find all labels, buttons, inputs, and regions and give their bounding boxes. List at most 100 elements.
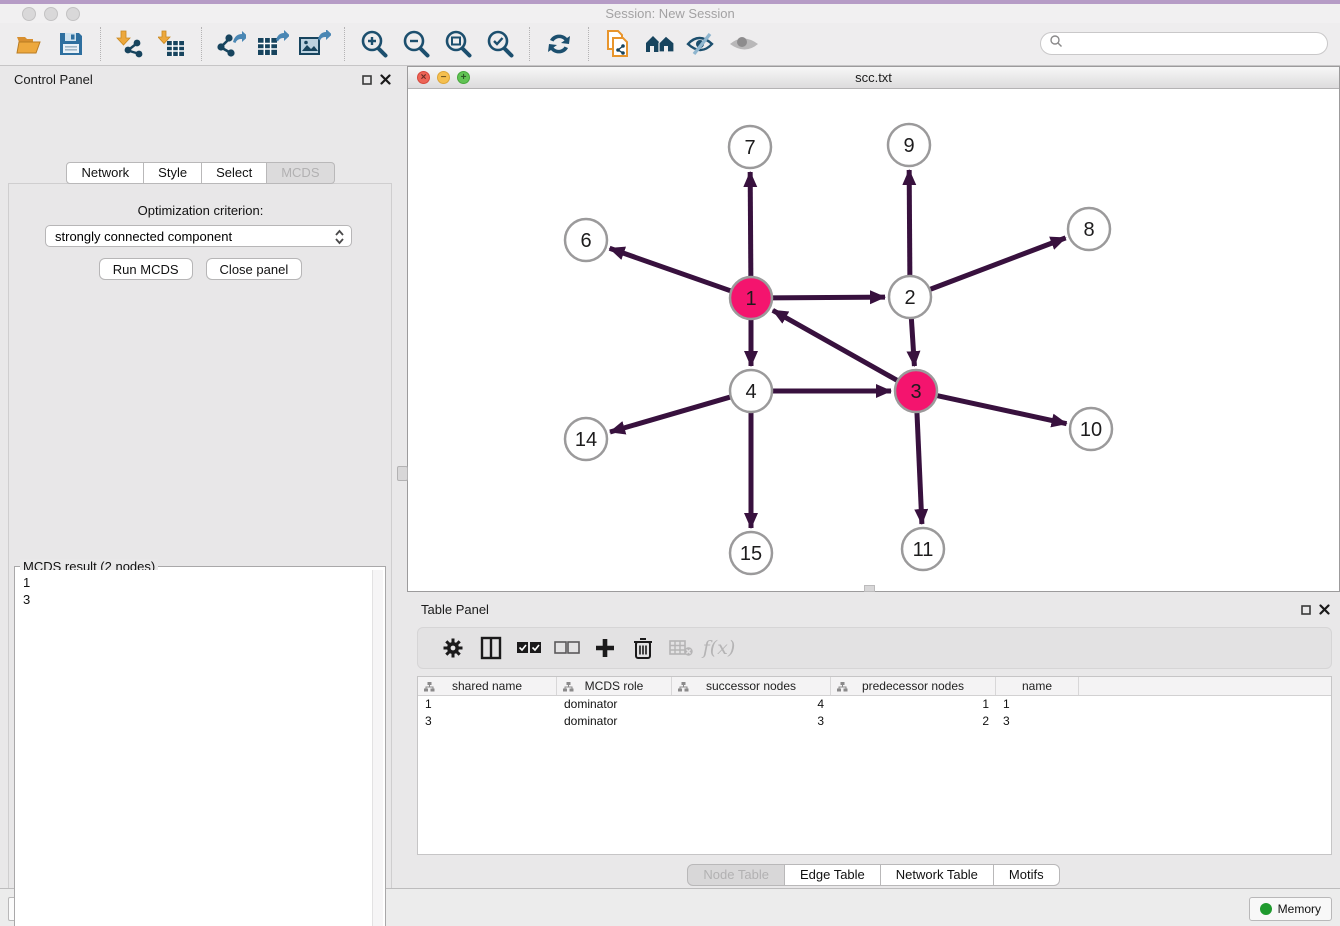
memory-button[interactable]: Memory (1249, 897, 1332, 921)
result-scrollbar[interactable] (372, 570, 383, 926)
table-cell[interactable]: 1 (831, 696, 996, 713)
column-header-label: predecessor nodes (862, 679, 964, 693)
deselect-all-columns-icon[interactable] (553, 634, 581, 662)
export-table-icon[interactable] (257, 28, 289, 60)
mcds-result-box: MCDS result (2 nodes) 1 3 (14, 566, 386, 926)
show-column-icon[interactable] (477, 634, 505, 662)
network-window-titlebar[interactable]: × − + scc.txt (408, 67, 1339, 89)
search-input[interactable] (1063, 35, 1327, 53)
tab-node-table[interactable]: Node Table (687, 864, 785, 886)
column-header-successor-nodes[interactable]: successor nodes (672, 677, 831, 695)
select-all-columns-icon[interactable] (515, 634, 543, 662)
export-network-icon[interactable] (215, 28, 247, 60)
table-cell[interactable]: 3 (996, 713, 1079, 730)
toolbar-separator (100, 27, 101, 61)
show-all-eye-icon[interactable] (728, 28, 760, 60)
edge-3-11[interactable] (917, 410, 922, 524)
graph-node-label-10: 10 (1080, 419, 1102, 441)
search-box (1040, 32, 1328, 55)
zoom-out-icon[interactable] (400, 28, 432, 60)
apply-layout-icon[interactable] (543, 28, 575, 60)
graph-node-label-2: 2 (904, 287, 915, 309)
duplicate-network-icon[interactable] (602, 28, 634, 60)
table-cell[interactable]: dominator (557, 713, 672, 730)
open-session-icon[interactable] (13, 28, 45, 60)
column-header-label: MCDS role (585, 679, 644, 693)
table-cell[interactable]: dominator (557, 696, 672, 713)
column-header-label: successor nodes (706, 679, 796, 693)
delete-table-icon[interactable] (667, 634, 695, 662)
float-panel-icon[interactable] (1301, 602, 1311, 620)
table-row-0[interactable]: 1dominator411 (418, 696, 1331, 713)
table-panel-titlebar: Table Panel (407, 596, 1340, 622)
column-header-shared-name[interactable]: shared name (418, 677, 557, 695)
table-row-1[interactable]: 3dominator323 (418, 713, 1331, 730)
apply-function-icon[interactable]: f(x) (705, 634, 733, 662)
table-cell[interactable]: 4 (672, 696, 831, 713)
add-column-plus-icon[interactable] (591, 634, 619, 662)
delete-column-trash-icon[interactable] (629, 634, 657, 662)
first-neighbors-icon[interactable] (644, 28, 676, 60)
tab-network-table[interactable]: Network Table (881, 864, 994, 886)
mcds-result-text[interactable]: 1 3 (17, 570, 372, 926)
edge-4-14[interactable] (610, 396, 733, 432)
splitter-grip-horizontal[interactable] (864, 585, 875, 592)
export-image-icon[interactable] (299, 28, 331, 60)
tab-style[interactable]: Style (144, 162, 202, 184)
table-cell[interactable]: 3 (418, 713, 557, 730)
column-header-predecessor-nodes[interactable]: predecessor nodes (831, 677, 996, 695)
table-panel: Table Panel (407, 596, 1340, 886)
edge-1-2[interactable] (770, 297, 885, 298)
tab-edge-table[interactable]: Edge Table (785, 864, 881, 886)
close-panel-icon[interactable] (1319, 602, 1330, 620)
selected-option-label: strongly connected component (55, 229, 232, 244)
table-cell[interactable]: 1 (996, 696, 1079, 713)
edge-2-3[interactable] (911, 316, 914, 366)
network-canvas[interactable]: 7968124314101511 (408, 89, 1339, 591)
search-icon (1049, 34, 1063, 53)
edge-2-9[interactable] (909, 170, 910, 278)
table-options-gear-icon[interactable] (439, 634, 467, 662)
zoom-selected-icon[interactable] (484, 28, 516, 60)
hide-selected-eye-icon[interactable] (686, 28, 718, 60)
tab-network[interactable]: Network (66, 162, 144, 184)
column-header-MCDS-role[interactable]: MCDS role (557, 677, 672, 695)
chevron-up-down-icon (334, 229, 345, 248)
edge-2-8[interactable] (928, 238, 1066, 290)
table-header-row: shared name MCDS role successor nodes prede… (418, 677, 1331, 696)
table-cell[interactable]: 1 (418, 696, 557, 713)
save-session-icon[interactable] (55, 28, 87, 60)
table-cell[interactable]: 2 (831, 713, 996, 730)
edge-1-6[interactable] (610, 248, 733, 291)
zoom-in-icon[interactable] (358, 28, 390, 60)
macos-titlebar: Session: New Session (0, 4, 1340, 23)
edge-3-10[interactable] (935, 395, 1067, 424)
tab-motifs[interactable]: Motifs (994, 864, 1060, 886)
hierarchy-icon (678, 681, 689, 695)
graph-node-label-14: 14 (575, 429, 597, 451)
column-header-name[interactable]: name (996, 677, 1079, 695)
tab-mcds[interactable]: MCDS (267, 162, 334, 184)
table-cell[interactable]: 3 (672, 713, 831, 730)
import-table-icon[interactable] (156, 28, 188, 60)
table-panel-title: Table Panel (421, 602, 489, 617)
zoom-fit-icon[interactable] (442, 28, 474, 60)
tab-select[interactable]: Select (202, 162, 267, 184)
toolbar-separator (588, 27, 589, 61)
close-panel-icon[interactable] (380, 72, 391, 90)
edge-3-1[interactable] (773, 310, 900, 381)
float-panel-icon[interactable] (362, 72, 372, 90)
hierarchy-icon (424, 681, 435, 695)
close-panel-button[interactable]: Close panel (206, 258, 303, 280)
run-mcds-button[interactable]: Run MCDS (99, 258, 193, 280)
network-window-title: scc.txt (408, 70, 1339, 85)
import-network-icon[interactable] (114, 28, 146, 60)
window-title: Session: New Session (0, 6, 1340, 21)
column-header-label: name (1022, 679, 1052, 693)
edge-1-7[interactable] (750, 172, 751, 279)
splitter-grip-vertical[interactable] (397, 466, 408, 481)
network-view-window: × − + scc.txt 7968124314101511 (407, 66, 1340, 592)
column-header-filler (1079, 677, 1331, 695)
optimization-criterion-select[interactable]: strongly connected component (45, 225, 352, 247)
graph-node-label-11: 11 (913, 539, 934, 561)
